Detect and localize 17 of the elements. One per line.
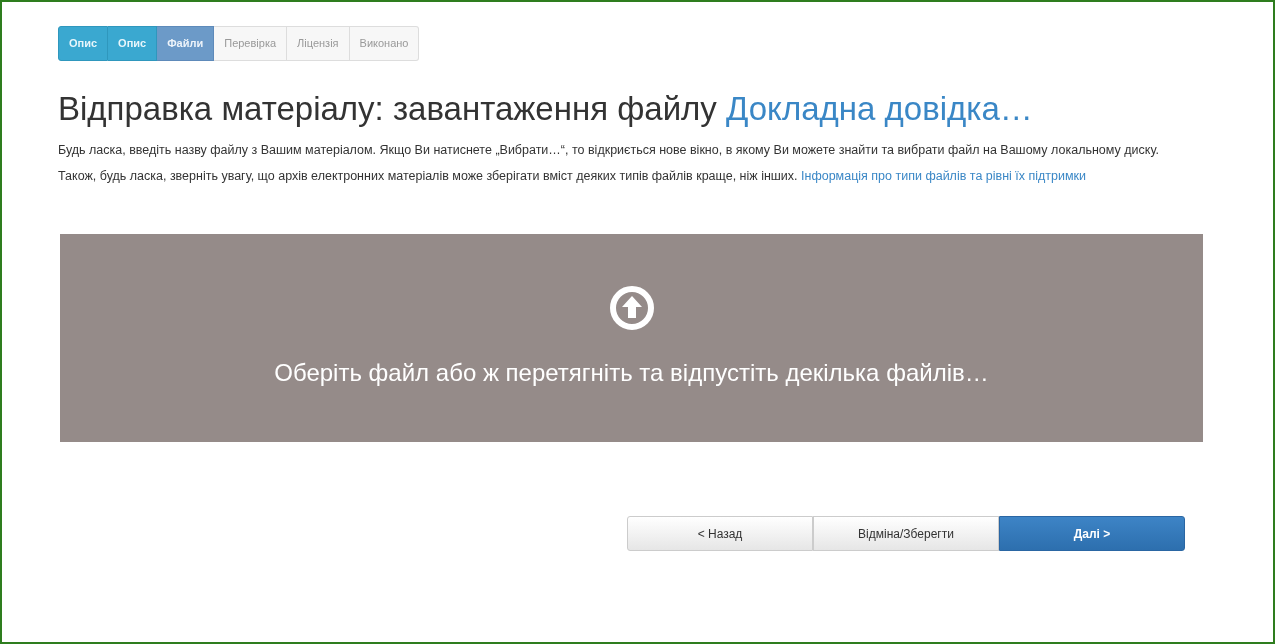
nav-button[interactable]: < Назад [627, 516, 813, 552]
step-tab[interactable]: Файли [157, 26, 215, 61]
nav-button[interactable]: Відміна/Зберегти [813, 516, 999, 552]
step-tab[interactable]: Ліцензія [287, 26, 350, 61]
step-tab[interactable]: Опис [108, 26, 158, 61]
page-title: Відправка матеріалу: завантаження файлу [58, 89, 717, 127]
info-link[interactable]: Інформація про типи файлів та рівні їх підтримки [801, 169, 1087, 184]
help-link[interactable]: Докладна довідка… [726, 89, 1033, 127]
paragraph: Будь ласка, введіть назву файлу з Вашим матеріалом. Якщо Ви натиснете „Вибрати…“, то відкриється нове вікно, в якому Ви можете знайти та вибрати файл на Вашому локальному диску. [58, 142, 1160, 160]
dropzone-label: Оберіть файл або ж перетягніть та відпустіть декілька файлів… [274, 358, 989, 389]
nav-button[interactable]: Далі > [999, 516, 1185, 552]
step-tab[interactable]: Перевірка [214, 26, 288, 61]
paragraph: Також, будь ласка, зверніть увагу, що архів електронних матеріалів може зберігати вміст деяких типів файлів краще, ніж інших. Інформація про типи файлів та рівні їх підтримки [58, 168, 1088, 186]
upload-icon [608, 285, 655, 332]
step-tab[interactable]: Виконано [349, 26, 420, 61]
drop-zone[interactable]: Оберіть файл або ж перетягніть та відпустіть декілька файлів… [60, 234, 1203, 443]
step-tab[interactable]: Опис [58, 26, 109, 61]
